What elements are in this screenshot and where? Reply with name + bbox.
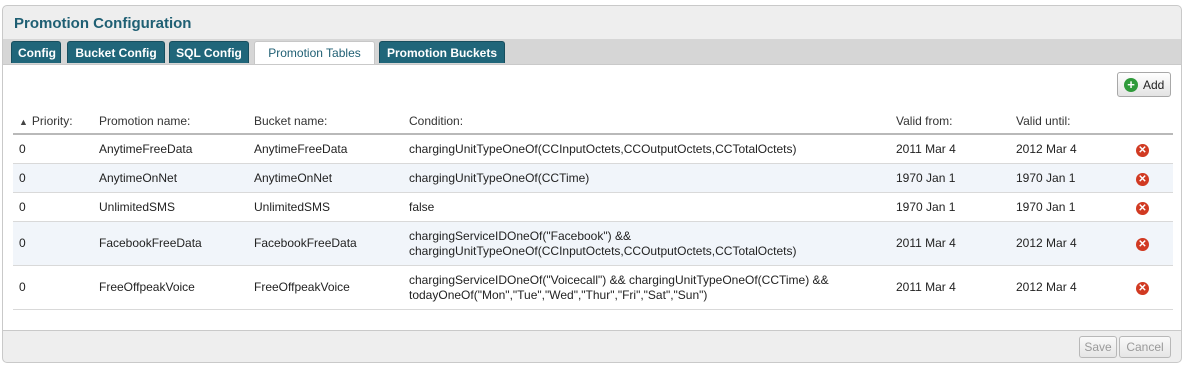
tab-bar: Config Bucket Config SQL Config Promotio… xyxy=(3,39,1181,64)
table-row[interactable]: 0 UnlimitedSMS UnlimitedSMS false 1970 J… xyxy=(13,192,1173,222)
promotion-table: ▲ Priority: Promotion name: Bucket name: … xyxy=(13,109,1173,310)
delete-icon[interactable]: ✕ xyxy=(1136,143,1149,157)
table-row[interactable]: 0 FreeOffpeakVoice FreeOffpeakVoice char… xyxy=(13,265,1173,310)
column-header-actions xyxy=(1130,109,1173,135)
cell-actions: ✕ xyxy=(1130,221,1173,266)
tab-promotion-buckets[interactable]: Promotion Buckets xyxy=(379,41,505,63)
column-header-promotion-name[interactable]: Promotion name: xyxy=(93,109,248,135)
delete-icon[interactable]: ✕ xyxy=(1136,238,1149,251)
cell-valid-until: 1970 Jan 1 xyxy=(1010,163,1130,193)
column-header-bucket-name[interactable]: Bucket name: xyxy=(248,109,403,135)
cell-promotion-name: FreeOffpeakVoice xyxy=(93,265,248,310)
plus-icon: + xyxy=(1124,77,1138,92)
cell-bucket-name: UnlimitedSMS xyxy=(248,192,403,222)
add-button[interactable]: + Add xyxy=(1117,72,1171,97)
save-button[interactable]: Save xyxy=(1079,336,1117,358)
panel-title: Promotion Configuration xyxy=(14,15,192,32)
cell-priority: 0 xyxy=(13,134,93,164)
cell-valid-until: 2012 Mar 4 xyxy=(1010,265,1130,310)
cell-priority: 0 xyxy=(13,221,93,266)
tab-content: + Add ▲ Priority: Promotion name: Bucket … xyxy=(3,64,1181,331)
cell-actions: ✕ xyxy=(1130,265,1173,310)
column-header-condition[interactable]: Condition: xyxy=(403,109,890,135)
cell-condition: false xyxy=(403,192,890,222)
cell-condition: chargingUnitTypeOneOf(CCInputOctets,CCOu… xyxy=(403,134,890,164)
table-row[interactable]: 0 AnytimeFreeData AnytimeFreeData chargi… xyxy=(13,134,1173,164)
cell-bucket-name: AnytimeFreeData xyxy=(248,134,403,164)
cell-condition: chargingServiceIDOneOf("Voicecall") && c… xyxy=(403,265,890,310)
cell-actions: ✕ xyxy=(1130,163,1173,193)
column-header-valid-until[interactable]: Valid until: xyxy=(1010,109,1130,135)
cell-promotion-name: UnlimitedSMS xyxy=(93,192,248,222)
cell-valid-from: 2011 Mar 4 xyxy=(890,265,1010,310)
column-header-valid-from[interactable]: Valid from: xyxy=(890,109,1010,135)
cell-actions: ✕ xyxy=(1130,134,1173,164)
cell-valid-from: 1970 Jan 1 xyxy=(890,192,1010,222)
tab-sql-config[interactable]: SQL Config xyxy=(169,41,249,63)
cell-valid-from: 1970 Jan 1 xyxy=(890,163,1010,193)
cell-promotion-name: FacebookFreeData xyxy=(93,221,248,266)
cell-bucket-name: FacebookFreeData xyxy=(248,221,403,266)
cell-priority: 0 xyxy=(13,192,93,222)
add-button-label: Add xyxy=(1143,77,1165,92)
table-row[interactable]: 0 FacebookFreeData FacebookFreeData char… xyxy=(13,221,1173,266)
sort-ascending-icon: ▲ xyxy=(19,117,28,127)
cell-condition: chargingServiceIDOneOf("Facebook") && cha… xyxy=(403,221,890,266)
tab-bucket-config[interactable]: Bucket Config xyxy=(67,41,165,63)
cell-priority: 0 xyxy=(13,265,93,310)
cancel-button[interactable]: Cancel xyxy=(1119,336,1171,358)
tab-config[interactable]: Config xyxy=(11,41,61,63)
cell-valid-until: 2012 Mar 4 xyxy=(1010,221,1130,266)
cell-condition: chargingUnitTypeOneOf(CCTime) xyxy=(403,163,890,193)
cell-valid-from: 2011 Mar 4 xyxy=(890,134,1010,164)
cell-valid-from: 2011 Mar 4 xyxy=(890,221,1010,266)
column-header-priority[interactable]: ▲ Priority: xyxy=(13,109,93,135)
cell-valid-until: 1970 Jan 1 xyxy=(1010,192,1130,222)
delete-icon[interactable]: ✕ xyxy=(1136,201,1149,215)
promotion-configuration-panel: Promotion Configuration Config Bucket Co… xyxy=(2,5,1182,363)
table-header-row: ▲ Priority: Promotion name: Bucket name: … xyxy=(13,109,1173,135)
cell-priority: 0 xyxy=(13,163,93,193)
delete-icon[interactable]: ✕ xyxy=(1136,282,1149,295)
table-row[interactable]: 0 AnytimeOnNet AnytimeOnNet chargingUnit… xyxy=(13,163,1173,193)
cell-bucket-name: AnytimeOnNet xyxy=(248,163,403,193)
cell-promotion-name: AnytimeOnNet xyxy=(93,163,248,193)
tab-promotion-tables[interactable]: Promotion Tables xyxy=(254,41,375,64)
cell-bucket-name: FreeOffpeakVoice xyxy=(248,265,403,310)
delete-icon[interactable]: ✕ xyxy=(1136,172,1149,186)
cell-promotion-name: AnytimeFreeData xyxy=(93,134,248,164)
cell-valid-until: 2012 Mar 4 xyxy=(1010,134,1130,164)
cell-actions: ✕ xyxy=(1130,192,1173,222)
